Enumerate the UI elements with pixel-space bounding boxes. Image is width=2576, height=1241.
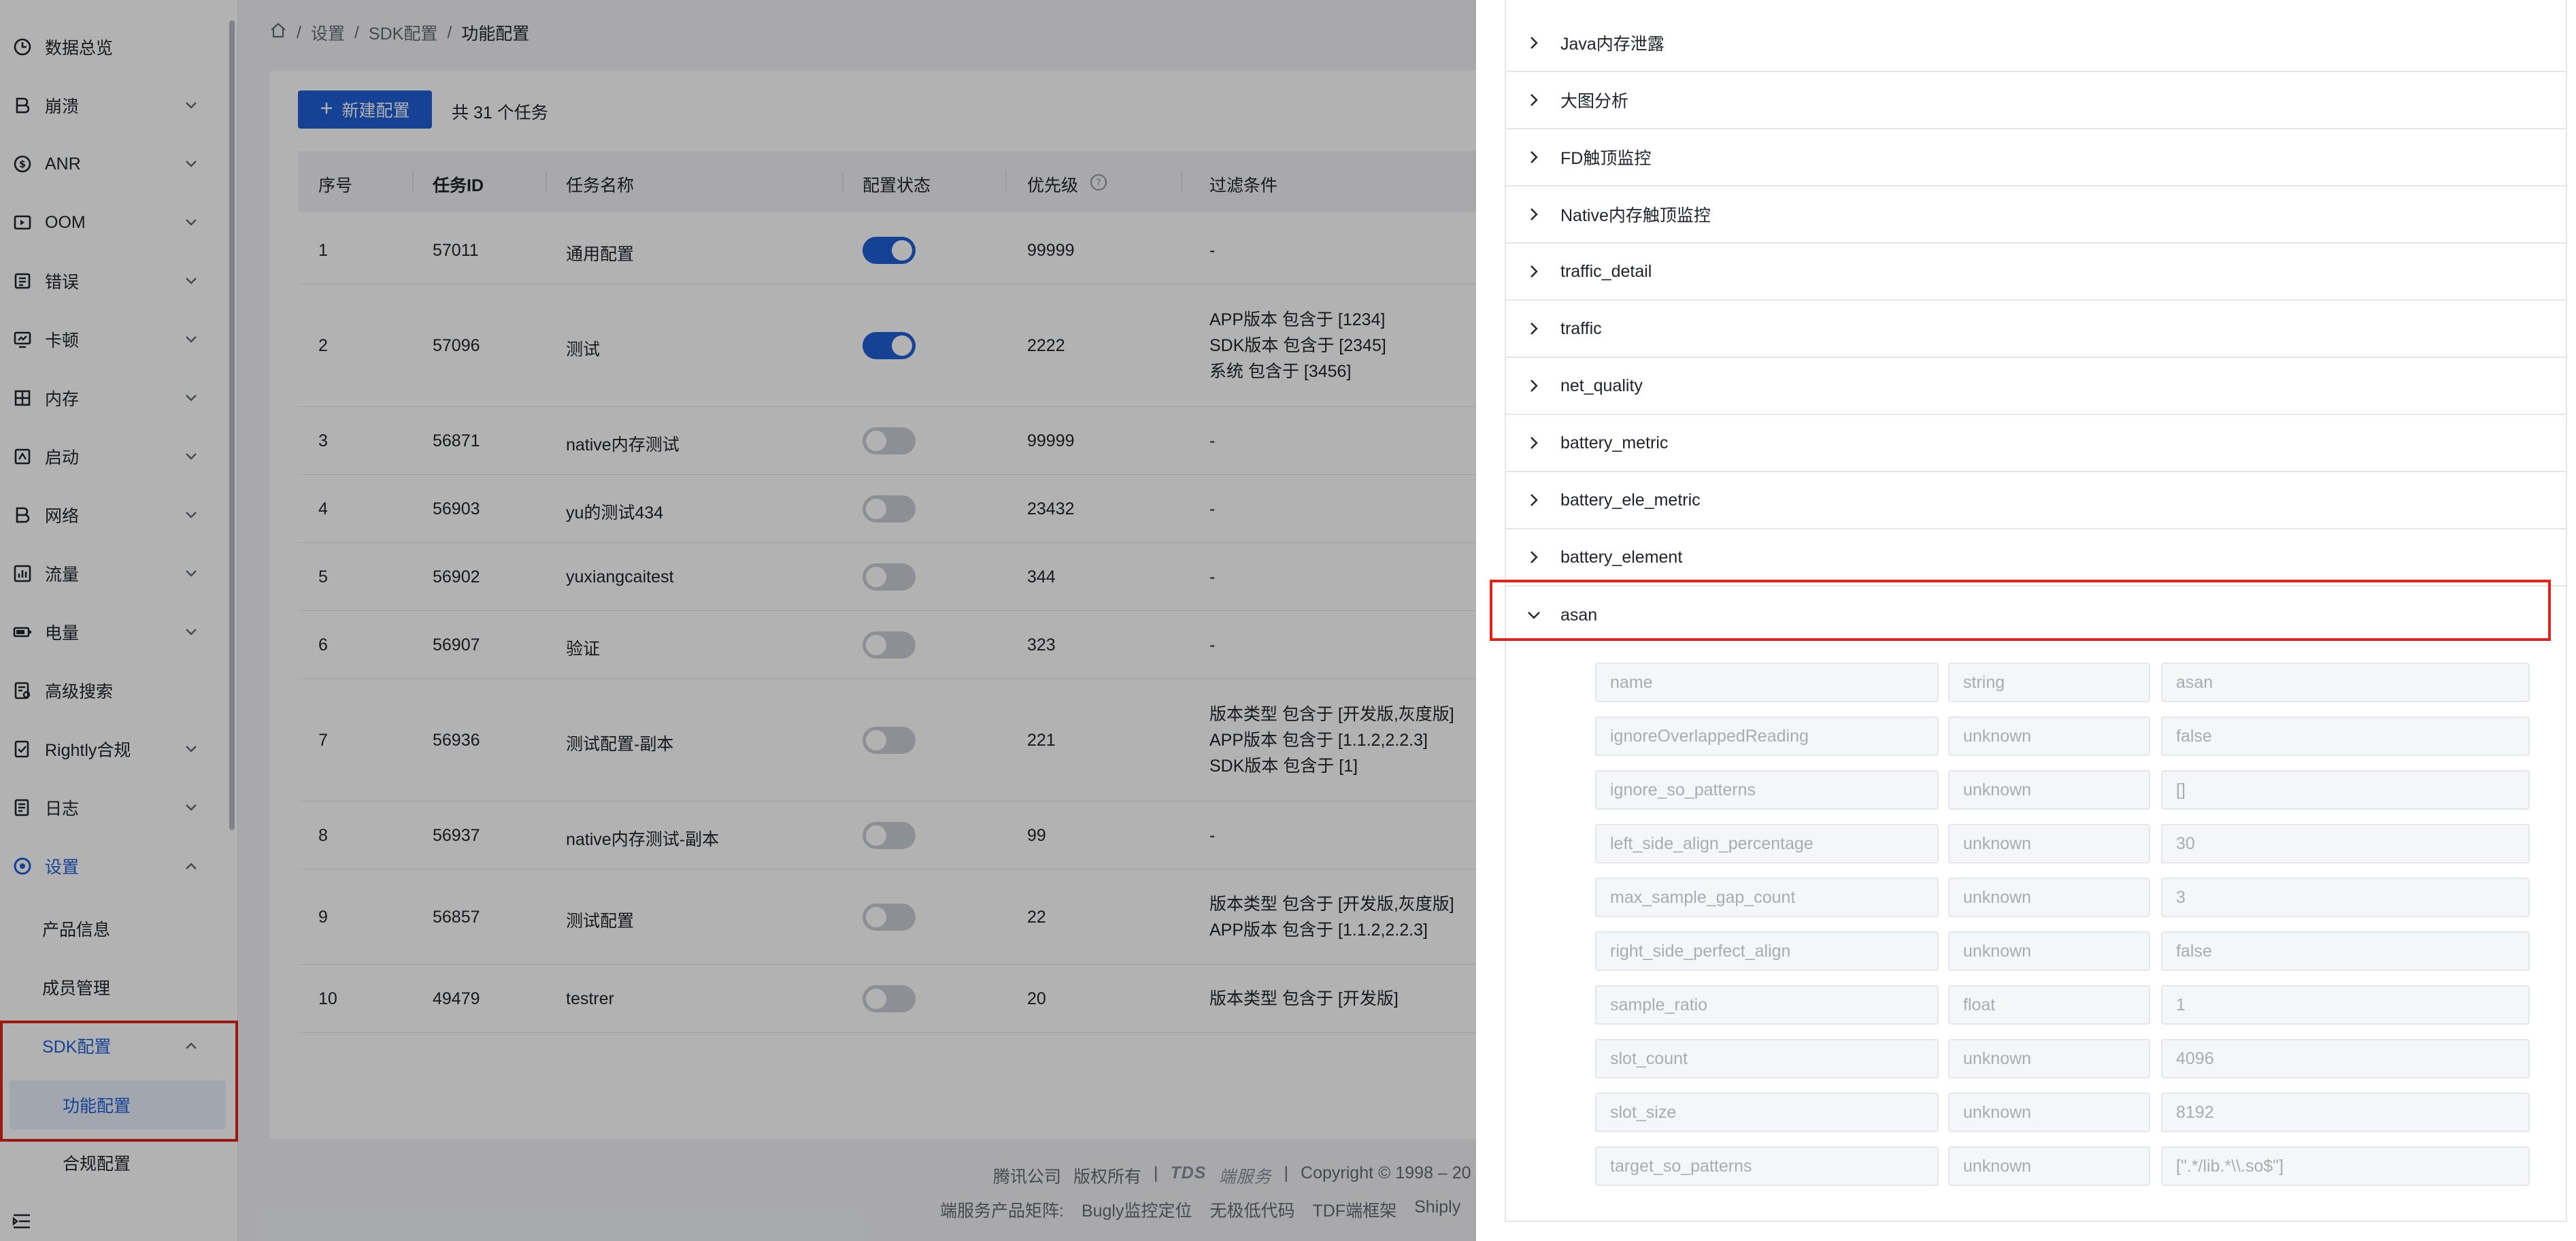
field-value-input[interactable]: 3	[2161, 878, 2530, 917]
collapse-item-label: net_quality	[1560, 376, 1643, 395]
collapse-item-label: FD触顶监控	[1560, 149, 1652, 168]
collapse-item[interactable]: 大图分析	[1505, 72, 2567, 129]
chevron-right-icon	[1524, 493, 1544, 507]
collapse-item-label: Java内存泄露	[1560, 35, 1665, 54]
chevron-right-icon	[1524, 436, 1544, 450]
collapse-item[interactable]: battery_metric	[1505, 415, 2567, 472]
field-value-input[interactable]: false	[2161, 716, 2530, 756]
collapse-item[interactable]: Java内存泄露	[1505, 15, 2567, 72]
collapse-item[interactable]: traffic	[1505, 301, 2567, 358]
field-type-input[interactable]: unknown	[1948, 716, 2150, 756]
collapse-item-label: battery_ele_metric	[1560, 490, 1701, 510]
field-value-input[interactable]: false	[2161, 931, 2530, 971]
collapse-item[interactable]: battery_ele_metric	[1505, 472, 2567, 529]
field-name-input[interactable]: slot_count	[1595, 1039, 1939, 1078]
chevron-right-icon	[1524, 379, 1544, 393]
field-name-input[interactable]: slot_size	[1595, 1093, 1939, 1132]
field-name-input[interactable]: name	[1595, 663, 1939, 702]
field-value-input[interactable]: 1	[2161, 985, 2530, 1025]
field-value-input[interactable]: []	[2161, 770, 2530, 810]
chevron-right-icon	[1524, 550, 1544, 564]
field-name-input[interactable]: sample_ratio	[1595, 985, 1939, 1025]
field-value-input[interactable]: 30	[2161, 824, 2530, 863]
chevron-right-icon	[1524, 265, 1544, 278]
collapse-item[interactable]: battery_element	[1505, 529, 2567, 586]
collapse-item-label: battery_element	[1560, 547, 1683, 567]
field-name-input[interactable]: ignoreOverlappedReading	[1595, 716, 1939, 756]
chevron-right-icon	[1524, 322, 1544, 335]
collapse-item[interactable]: traffic_detail	[1505, 244, 2567, 301]
collapse-item-label: traffic	[1560, 318, 1602, 338]
collapse-item-label: Native内存触顶监控	[1560, 206, 1711, 225]
chevron-right-icon	[1524, 36, 1544, 50]
field-type-input[interactable]: unknown	[1948, 824, 2150, 863]
chevron-right-icon	[1524, 150, 1544, 164]
field-value-input[interactable]: asan	[2161, 663, 2530, 702]
field-type-input[interactable]: unknown	[1948, 931, 2150, 971]
collapse-item[interactable]: net_quality	[1505, 358, 2567, 415]
asan-highlight-box	[1490, 580, 2551, 641]
field-value-input[interactable]: [".*/lib.*\\.so$"]	[2161, 1146, 2530, 1186]
field-name-input[interactable]: ignore_so_patterns	[1595, 770, 1939, 810]
field-type-input[interactable]: unknown	[1948, 1093, 2150, 1132]
field-name-input[interactable]: left_side_align_percentage	[1595, 824, 1939, 863]
modal-mask[interactable]	[0, 0, 1476, 1241]
chevron-right-icon	[1524, 93, 1544, 107]
field-name-input[interactable]: target_so_patterns	[1595, 1146, 1939, 1186]
field-type-input[interactable]: unknown	[1948, 1146, 2150, 1186]
field-type-input[interactable]: unknown	[1948, 770, 2150, 810]
collapse-item-label: traffic_detail	[1560, 261, 1652, 281]
collapse-item-label: 大图分析	[1560, 92, 1629, 111]
field-value-input[interactable]: 4096	[2161, 1039, 2530, 1078]
chevron-right-icon	[1524, 208, 1544, 221]
field-type-input[interactable]: unknown	[1948, 878, 2150, 917]
field-type-input[interactable]: float	[1948, 985, 2150, 1025]
field-type-input[interactable]: string	[1948, 663, 2150, 702]
field-type-input[interactable]: unknown	[1948, 1039, 2150, 1078]
field-value-input[interactable]: 8192	[2161, 1093, 2530, 1132]
field-name-input[interactable]: max_sample_gap_count	[1595, 878, 1939, 917]
field-name-input[interactable]: right_side_perfect_align	[1595, 931, 1939, 971]
collapse-item-label: battery_metric	[1560, 433, 1669, 452]
collapse-item[interactable]: Native内存触顶监控	[1505, 186, 2567, 244]
collapse-item[interactable]: FD触顶监控	[1505, 129, 2567, 186]
